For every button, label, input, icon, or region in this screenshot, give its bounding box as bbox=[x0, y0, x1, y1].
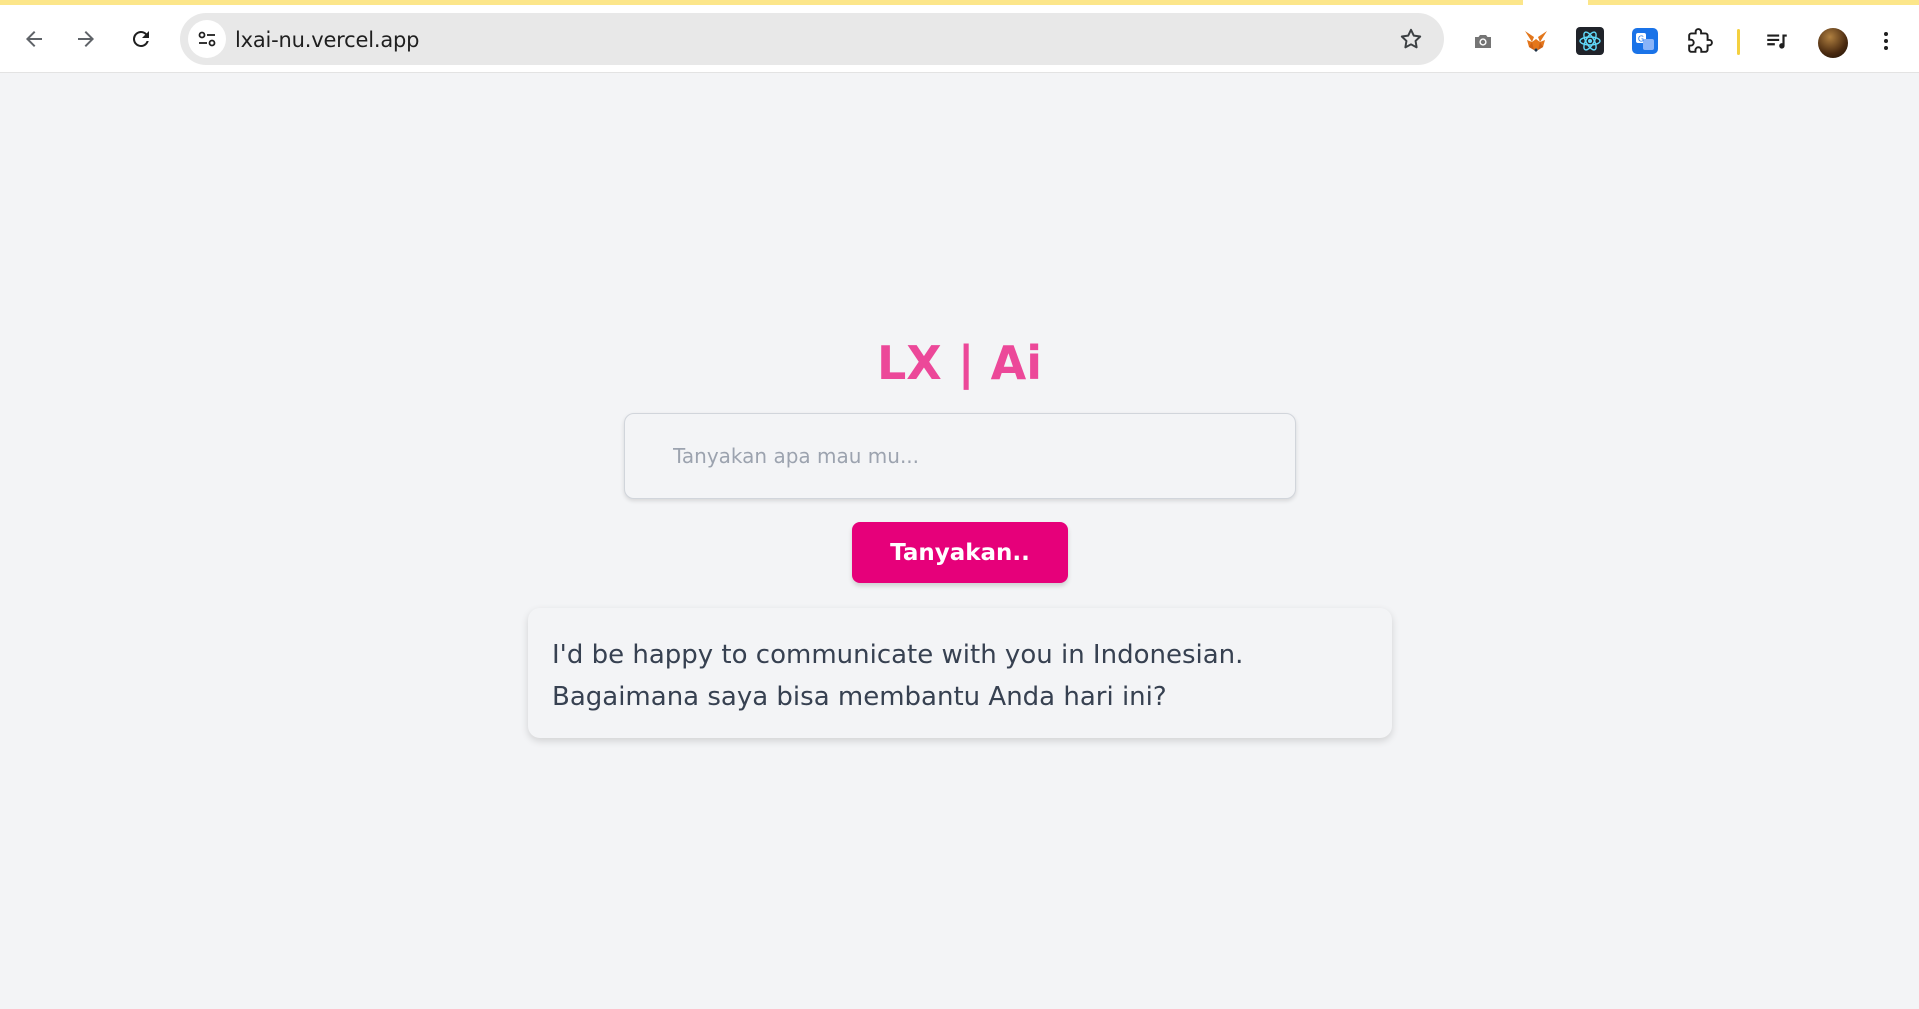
toolbar-divider bbox=[1737, 29, 1740, 55]
tune-icon bbox=[198, 31, 216, 47]
camera-extension-button[interactable] bbox=[1469, 27, 1497, 55]
url-text: lxai-nu.vercel.app bbox=[235, 28, 420, 52]
back-button[interactable] bbox=[14, 19, 54, 59]
reload-icon bbox=[132, 30, 149, 47]
reload-button[interactable] bbox=[121, 19, 161, 59]
translate-icon: G bbox=[1632, 28, 1658, 54]
translate-extension-button[interactable]: G bbox=[1631, 27, 1659, 55]
address-bar[interactable]: lxai-nu.vercel.app bbox=[180, 13, 1444, 65]
camera-icon bbox=[1475, 35, 1491, 48]
forward-button[interactable] bbox=[66, 19, 106, 59]
response-card: I'd be happy to communicate with you in … bbox=[528, 608, 1392, 738]
avatar[interactable] bbox=[1818, 28, 1848, 58]
question-input[interactable] bbox=[624, 413, 1296, 499]
browser-menu-button[interactable] bbox=[1872, 27, 1900, 55]
arrow-left-icon bbox=[26, 31, 42, 47]
extensions-button[interactable] bbox=[1686, 27, 1714, 55]
star-icon[interactable] bbox=[1398, 26, 1424, 52]
playlist-icon bbox=[1767, 34, 1787, 49]
puzzle-icon bbox=[1688, 28, 1713, 53]
page-title: LX | Ai bbox=[877, 336, 1042, 390]
svg-text:G: G bbox=[1638, 35, 1644, 44]
atom-icon bbox=[1576, 27, 1604, 55]
metamask-extension-button[interactable] bbox=[1522, 27, 1550, 55]
browser-toolbar: lxai-nu.vercel.app G bbox=[0, 5, 1919, 73]
response-text: I'd be happy to communicate with you in … bbox=[552, 640, 1244, 712]
fox-icon bbox=[1525, 31, 1547, 52]
arrow-right-icon bbox=[78, 31, 94, 47]
site-info-button[interactable] bbox=[188, 20, 226, 58]
kebab-menu-icon bbox=[1884, 32, 1888, 50]
media-controls-button[interactable] bbox=[1763, 27, 1791, 55]
react-devtools-extension-button[interactable] bbox=[1576, 27, 1604, 55]
ask-button[interactable]: Tanyakan.. bbox=[852, 522, 1068, 583]
